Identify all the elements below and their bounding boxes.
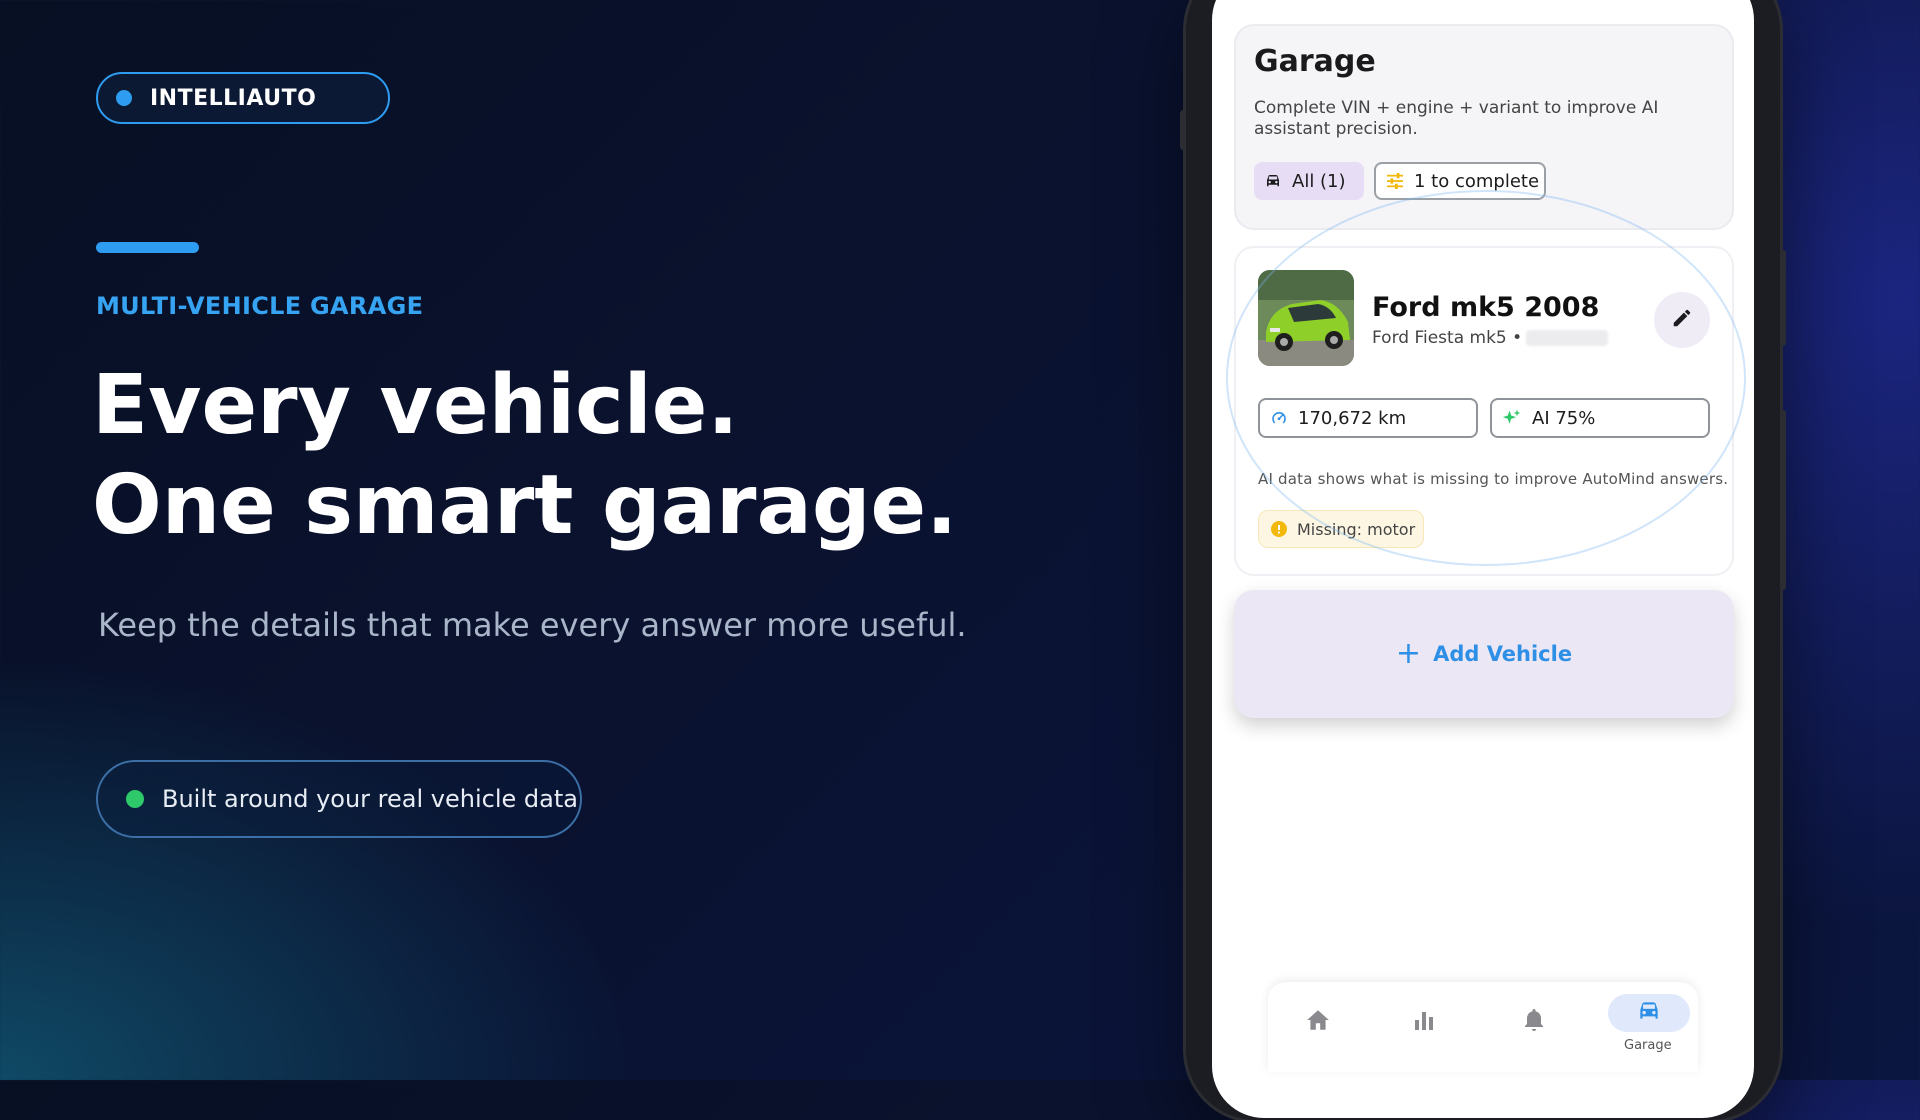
speedometer-icon	[1270, 409, 1288, 427]
page-title: Garage	[1254, 44, 1376, 79]
headline: Every vehicle. One smart garage.	[92, 356, 957, 556]
bottom-nav: Garage	[1268, 982, 1698, 1072]
pencil-icon	[1671, 307, 1693, 333]
home-icon	[1305, 1008, 1331, 1036]
ai-data-note: AI data shows what is missing to improve…	[1258, 470, 1729, 488]
add-vehicle-label: Add Vehicle	[1433, 642, 1573, 666]
brand-badge: INTELLIAUTO	[96, 72, 390, 124]
brand-dot	[116, 90, 132, 106]
status-dot	[126, 790, 144, 808]
filter-chip-label: All (1)	[1292, 170, 1346, 192]
car-icon	[1636, 1000, 1662, 1026]
mileage-value: 170,672 km	[1298, 407, 1407, 429]
plus-icon: +	[1395, 636, 1422, 671]
add-vehicle-button[interactable]: + Add Vehicle	[1234, 590, 1734, 718]
vehicle-photo	[1258, 270, 1354, 366]
ai-score-value: AI 75%	[1532, 407, 1596, 429]
phone-side-button	[1780, 410, 1786, 590]
sliders-icon	[1386, 173, 1404, 189]
phone-side-button	[1780, 250, 1786, 346]
brand-name: INTELLIAUTO	[150, 85, 317, 111]
garage-header-card: Garage Complete VIN + engine + variant t…	[1234, 24, 1734, 230]
missing-data-badge: Missing: motor	[1258, 510, 1424, 548]
ai-score-stat: AI 75%	[1490, 398, 1710, 438]
accent-bar	[96, 242, 199, 253]
vehicle-model: Ford Fiesta mk5 •	[1372, 328, 1523, 348]
subheadline: Keep the details that make every answer …	[98, 606, 967, 644]
eyebrow-label: MULTI-VEHICLE GARAGE	[96, 292, 424, 320]
redacted-plate	[1526, 330, 1609, 346]
headline-line-1: Every vehicle.	[92, 358, 739, 453]
app-screen: Garage Complete VIN + engine + variant t…	[1212, 0, 1754, 1118]
nav-item-stats[interactable]	[1404, 1002, 1444, 1042]
phone-frame: Garage Complete VIN + engine + variant t…	[1180, 0, 1786, 1120]
vehicle-subtitle: Ford Fiesta mk5 •	[1372, 328, 1609, 348]
headline-line-2: One smart garage.	[92, 458, 958, 553]
garage-description: Complete VIN + engine + variant to impro…	[1254, 98, 1659, 139]
phone-side-button	[1180, 110, 1186, 150]
missing-data-label: Missing: motor	[1297, 519, 1416, 539]
nav-item-home[interactable]	[1298, 1002, 1338, 1042]
feature-label: Built around your real vehicle data	[162, 785, 578, 813]
filter-chip-to-complete[interactable]: 1 to complete	[1374, 162, 1546, 200]
feature-badge: Built around your real vehicle data	[96, 760, 582, 838]
bell-icon	[1522, 1007, 1546, 1037]
nav-active-label: Garage	[1624, 1038, 1672, 1053]
stats-icon	[1412, 1008, 1436, 1036]
edit-vehicle-button[interactable]	[1654, 292, 1710, 348]
mileage-stat: 170,672 km	[1258, 398, 1478, 438]
sparkle-icon	[1502, 408, 1522, 428]
nav-item-notifications[interactable]	[1514, 1002, 1554, 1042]
car-icon	[1264, 173, 1282, 189]
vehicle-card[interactable]: Ford mk5 2008 Ford Fiesta mk5 • 170,672 …	[1234, 246, 1734, 576]
vehicle-name: Ford mk5 2008	[1372, 292, 1600, 323]
filter-chip-all[interactable]: All (1)	[1254, 162, 1364, 200]
nav-item-garage[interactable]	[1608, 994, 1690, 1032]
info-icon	[1271, 521, 1287, 537]
filter-chip-label: 1 to complete	[1414, 170, 1540, 192]
